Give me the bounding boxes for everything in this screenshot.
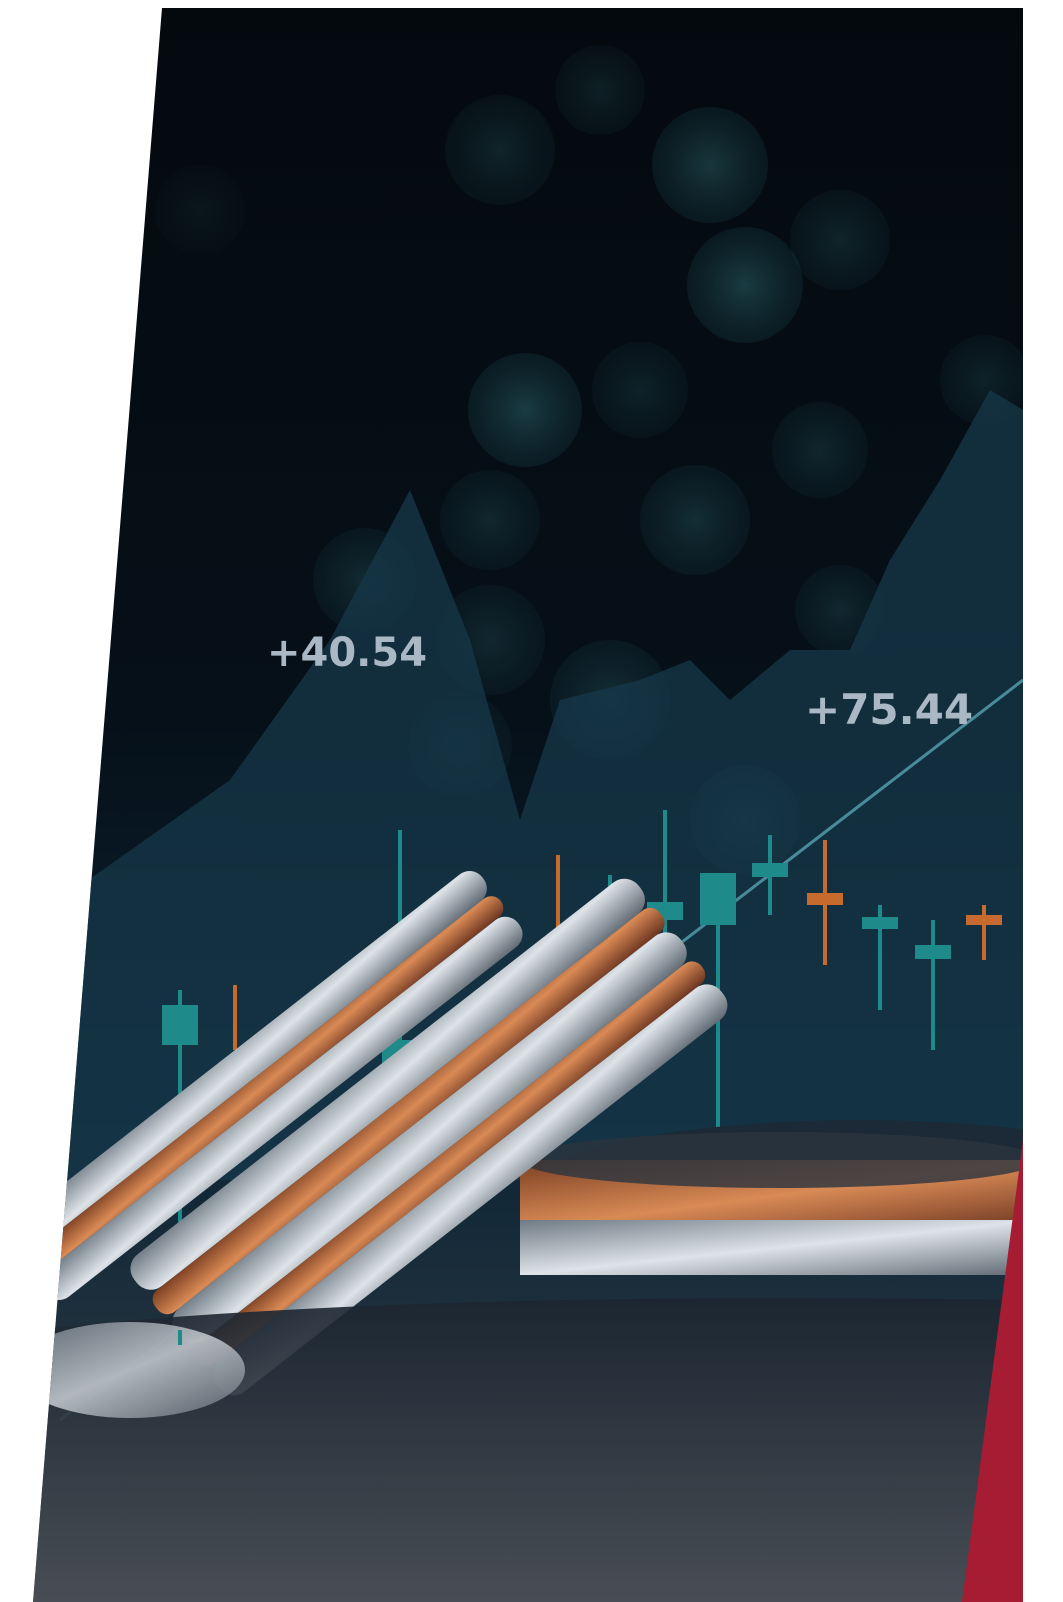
chart-label-1: +40.54 [267,630,427,676]
chart-label-2: +75.44 [805,685,973,734]
foreground-coin [33,1322,245,1418]
photo-panel: +40.54 +75.44 [33,8,1023,1602]
finance-coins-photo: +40.54 +75.44 [33,8,1023,1602]
